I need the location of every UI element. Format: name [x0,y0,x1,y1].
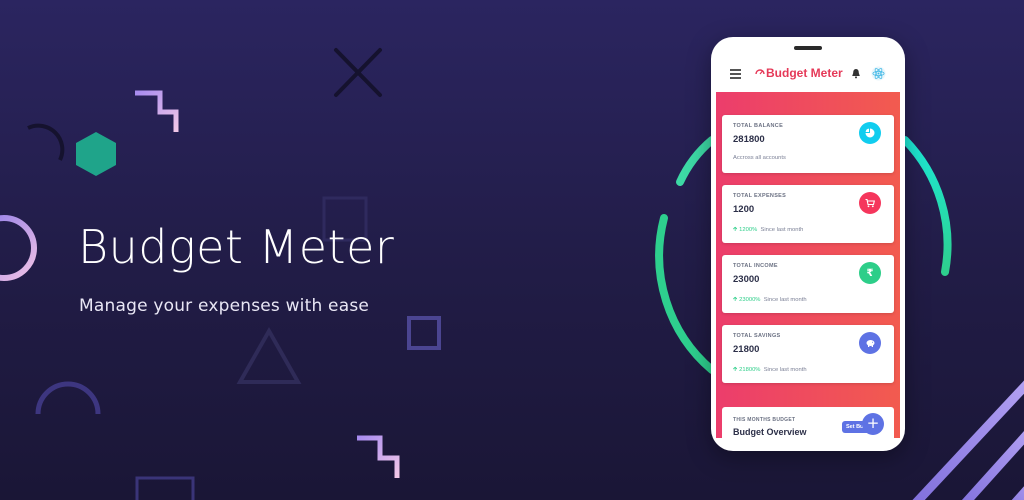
total-expenses-card[interactable]: TOTAL EXPENSES 1200 🡱 1200% Since last mo… [722,185,894,243]
x-mark-shape [334,48,382,97]
ring-shape [0,215,37,281]
card-footer-percent: 21800% [739,367,761,373]
card-footer: 🡱 1200% Since last month [733,225,803,235]
bell-icon[interactable] [851,68,861,79]
total-savings-card[interactable]: TOTAL SAVINGS 21800 🡱 21800% Since last m… [722,325,894,383]
arc-shape-left [27,123,65,161]
card-footer-text: Since last month [763,367,807,373]
square-shape-3 [135,476,195,500]
cart-icon [859,192,881,214]
card-footer-percent: 23000% [739,297,761,303]
semicircle-shape [35,381,101,415]
arrow-up-icon: 🡱 [733,367,738,373]
card-footer-text: Since last month [763,297,807,303]
pie-chart-icon [859,122,881,144]
card-footer-text: Since last month [760,227,804,233]
arrow-up-icon: 🡱 [733,227,738,233]
card-label: TOTAL BALANCE [733,123,784,129]
rupee-icon: ₹ [859,262,881,284]
card-footer: 🡱 23000% Since last month [733,295,807,305]
card-footer: Accross all accounts [733,155,786,161]
arc-shape-top-green [676,136,716,186]
card-value: 23000 [733,274,760,285]
zigzag-shape-bottom [357,435,400,478]
phone-speaker [794,46,822,50]
card-label: TOTAL INCOME [733,263,778,269]
hexagon-shape [76,132,116,176]
hero-subtitle: Manage your expenses with ease [79,296,370,316]
app-title: Budget Meter [766,66,843,80]
card-label: TOTAL SAVINGS [733,333,781,339]
phone-mockup: Budget Meter TOTAL BALANCE 281800 Accros… [711,37,905,451]
total-balance-card[interactable]: TOTAL BALANCE 281800 Accross all account… [722,115,894,173]
menu-icon[interactable] [730,69,741,79]
square-shape-2 [407,316,441,350]
card-value: 1200 [733,204,755,215]
card-label: TOTAL EXPENSES [733,193,787,199]
zigzag-shape-top [135,90,179,132]
total-income-card[interactable]: TOTAL INCOME 23000 🡱 23000% Since last mo… [722,255,894,313]
arrow-up-icon: 🡱 [733,297,738,303]
phone-screen: Budget Meter TOTAL BALANCE 281800 Accros… [716,56,900,438]
dashboard-content: TOTAL BALANCE 281800 Accross all account… [716,92,900,438]
piggy-bank-icon [859,332,881,354]
arc-shape-left-green [655,214,716,374]
arc-shape-right [901,136,952,276]
app-bar: Budget Meter [716,56,900,92]
hero-title: Budget Meter [78,220,395,274]
budget-label: THIS MONTHS BUDGET [733,417,796,423]
triangle-shape [236,326,302,384]
card-footer-text: Accross all accounts [733,155,786,161]
card-footer-percent: 1200% [739,227,758,233]
card-footer: 🡱 21800% Since last month [733,365,807,375]
card-value: 21800 [733,344,760,355]
stripe-shape-1 [912,380,1024,500]
app-logo-icon [755,69,765,75]
card-value: 281800 [733,134,765,145]
plus-icon[interactable]: + [862,413,884,435]
stripe-shape-3 [1011,486,1024,500]
budget-overview-card[interactable]: THIS MONTHS BUDGET Budget Overview Set B… [722,407,894,438]
react-icon[interactable] [871,66,886,81]
budget-title: Budget Overview [733,427,807,437]
